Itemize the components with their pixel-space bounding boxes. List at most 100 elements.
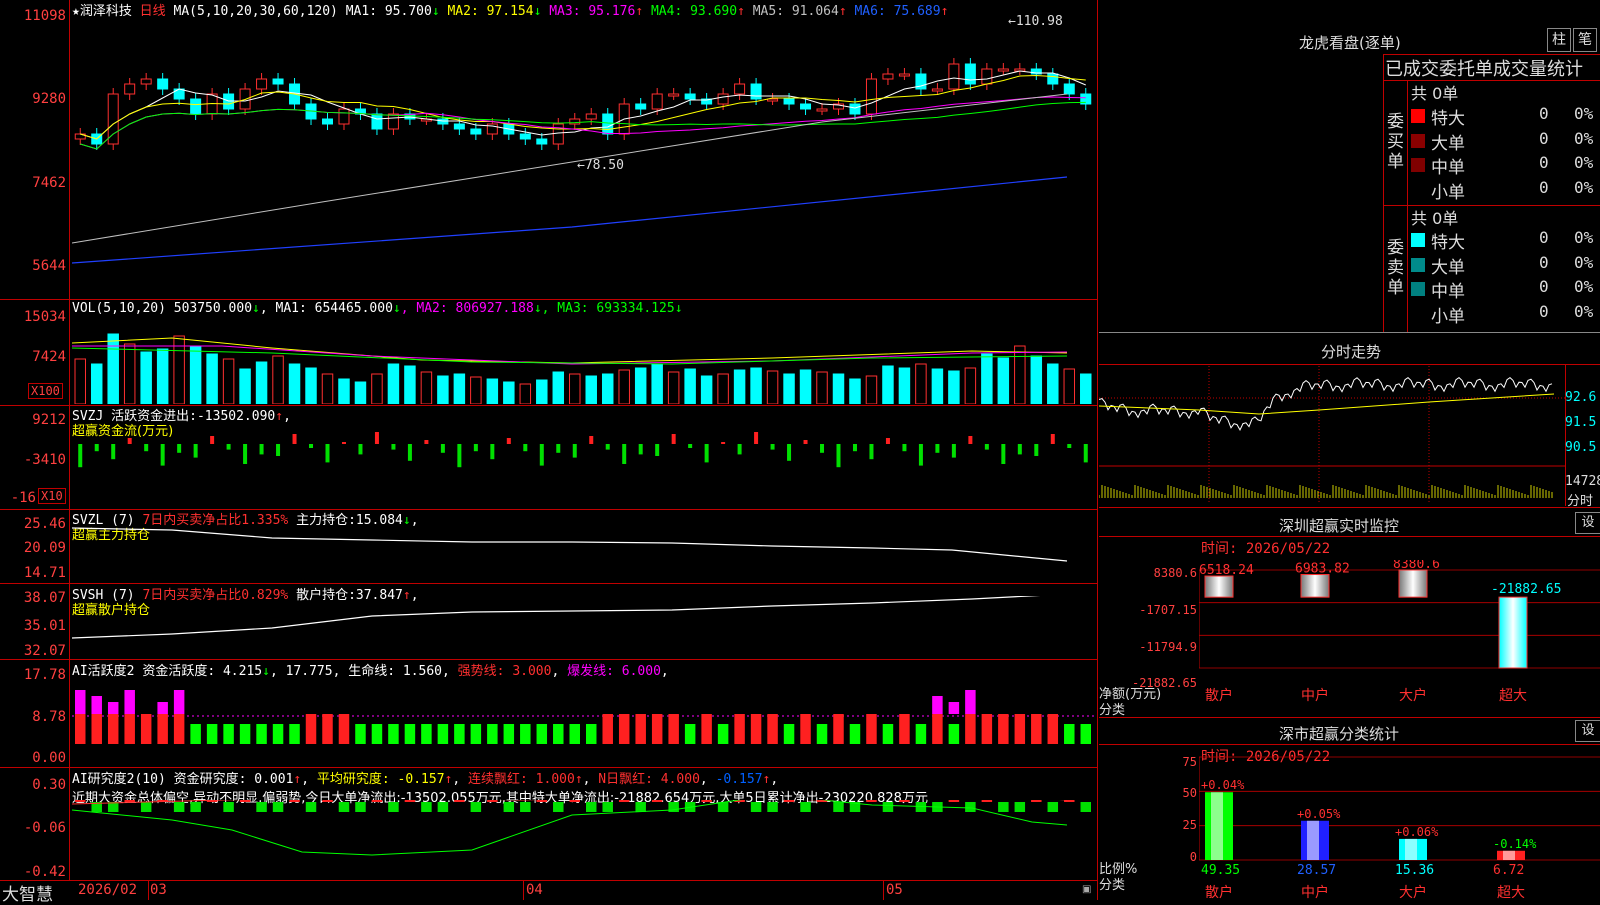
monitor-settings-button[interactable]: 设 — [1575, 512, 1600, 534]
volume-bar — [849, 378, 861, 404]
research-bar — [635, 802, 646, 812]
value-label: 49.35 — [1201, 863, 1240, 878]
research-bar — [536, 800, 548, 802]
y-tick: 9280 — [32, 91, 66, 107]
y-tick: 91.5 — [1565, 415, 1597, 430]
chart-area[interactable]: ★润泽科技 日线 MA(5,10,20,30,60,120) MA1: 95.7… — [0, 0, 1098, 905]
classify-settings-button[interactable]: 设 — [1575, 720, 1600, 742]
flow-bar — [160, 444, 165, 466]
flow-bar — [473, 444, 478, 452]
flow-bar — [226, 444, 231, 450]
ma-line — [72, 176, 1068, 264]
activity-bar — [651, 714, 663, 744]
order-type: 大单 — [1431, 257, 1465, 278]
vol-ma-line — [72, 345, 1068, 365]
flow-bar — [803, 440, 808, 444]
y-tick: 20.09 — [23, 540, 66, 556]
activity-bar — [75, 690, 86, 714]
research-bar — [866, 800, 877, 802]
volume-bar — [552, 371, 565, 404]
flow-bar — [770, 444, 775, 450]
ratio-chart[interactable]: +0.04% 49.35 散户 +0.05% 28.57 中户 +0.06% 15.36 大户 -… — [1199, 755, 1600, 900]
activity-bar — [833, 714, 844, 744]
activity-bar — [932, 714, 943, 744]
value-label: 28.57 — [1297, 863, 1336, 878]
activity-bar — [635, 714, 646, 744]
activity-bar — [553, 724, 564, 744]
ai-research-title-bar: AI研究度2(10) 资金研究度: 0.001↑, 平均研究度: -0.157↑… — [72, 772, 779, 787]
candle-body — [190, 98, 202, 115]
y-tick: 8380.6 — [1153, 566, 1197, 580]
flow-bar — [572, 444, 577, 458]
flow-bar — [622, 444, 627, 464]
ma-legend-item: MA1: 95.700↓ — [345, 4, 440, 19]
candlestick-chart[interactable] — [72, 22, 1094, 297]
intraday-chart[interactable] — [1099, 366, 1565, 506]
flow-bar — [935, 444, 940, 453]
volume-bar — [189, 345, 202, 404]
y-tick: 25 — [1182, 818, 1197, 832]
flow-bar — [259, 444, 264, 455]
volume-bar — [90, 363, 103, 404]
activity-bar — [866, 714, 877, 744]
volume-bar — [74, 358, 86, 404]
flow-bar — [94, 444, 99, 452]
y-tick: 25.46 — [23, 516, 66, 532]
activity-bar — [173, 714, 185, 744]
order-color-swatch — [1411, 233, 1425, 247]
candle-body — [1047, 73, 1059, 85]
flow-bar — [309, 444, 314, 448]
research-bar — [602, 802, 613, 812]
retail-holding-line — [72, 596, 1041, 639]
candle-body — [948, 63, 960, 90]
ai-research-chart[interactable] — [72, 800, 1094, 878]
research-bar — [998, 802, 1009, 812]
research-bar — [503, 802, 515, 812]
y-tick: 8.78 — [32, 709, 66, 725]
period-label[interactable]: 日线 — [140, 4, 166, 19]
change-label: -0.14% — [1493, 837, 1537, 851]
net-amount-bar — [1204, 575, 1234, 598]
net-amount-chart[interactable]: 6518.24 散户 6983.82 中户 8380.6 大户 -21882.65 超大 — [1199, 560, 1600, 705]
order-count: 0 — [1539, 228, 1549, 247]
retail-holding-chart[interactable] — [72, 596, 1094, 658]
volume-bar — [717, 373, 729, 404]
research-bar — [223, 802, 234, 812]
category-label: 大户 — [1399, 687, 1427, 704]
fund-flow-chart[interactable] — [72, 430, 1094, 506]
research-bar — [965, 802, 976, 812]
research-bar — [75, 800, 86, 802]
zhu-button[interactable]: 柱 — [1547, 28, 1571, 52]
order-type: 特大 — [1431, 109, 1465, 129]
star-icon[interactable]: ★ — [72, 4, 80, 19]
volume-bar — [470, 376, 482, 404]
activity-bar — [140, 714, 152, 744]
volume-bar — [651, 363, 663, 404]
flow-bar — [292, 434, 297, 444]
volume-bar — [140, 351, 152, 404]
volume-bar — [1063, 368, 1076, 404]
activity-bar — [470, 724, 482, 744]
flow-bar — [539, 444, 544, 466]
flow-bar — [787, 444, 792, 461]
research-bar — [107, 802, 119, 812]
main-holding-chart[interactable] — [72, 520, 1094, 582]
research-bar — [388, 802, 399, 812]
ai-activity-chart[interactable] — [72, 675, 1094, 766]
order-count: 0 — [1539, 301, 1549, 321]
volume-bar — [766, 370, 779, 404]
order-type: 中单 — [1431, 158, 1465, 178]
activity-bar — [404, 724, 416, 744]
volume-bar — [667, 371, 680, 404]
research-bar — [948, 800, 960, 802]
flow-bar — [78, 444, 83, 468]
volume-chart[interactable] — [72, 318, 1094, 404]
lock-icon[interactable]: ▣ — [1082, 884, 1091, 895]
bi-button[interactable]: 笔 — [1573, 28, 1597, 52]
vol-ma-line — [72, 337, 1068, 364]
order-type: 中单 — [1431, 282, 1465, 302]
research-bar — [899, 800, 910, 802]
flow-bar — [407, 444, 412, 461]
x-tick: 03 — [150, 882, 167, 898]
y-tick: 14.71 — [23, 565, 66, 581]
